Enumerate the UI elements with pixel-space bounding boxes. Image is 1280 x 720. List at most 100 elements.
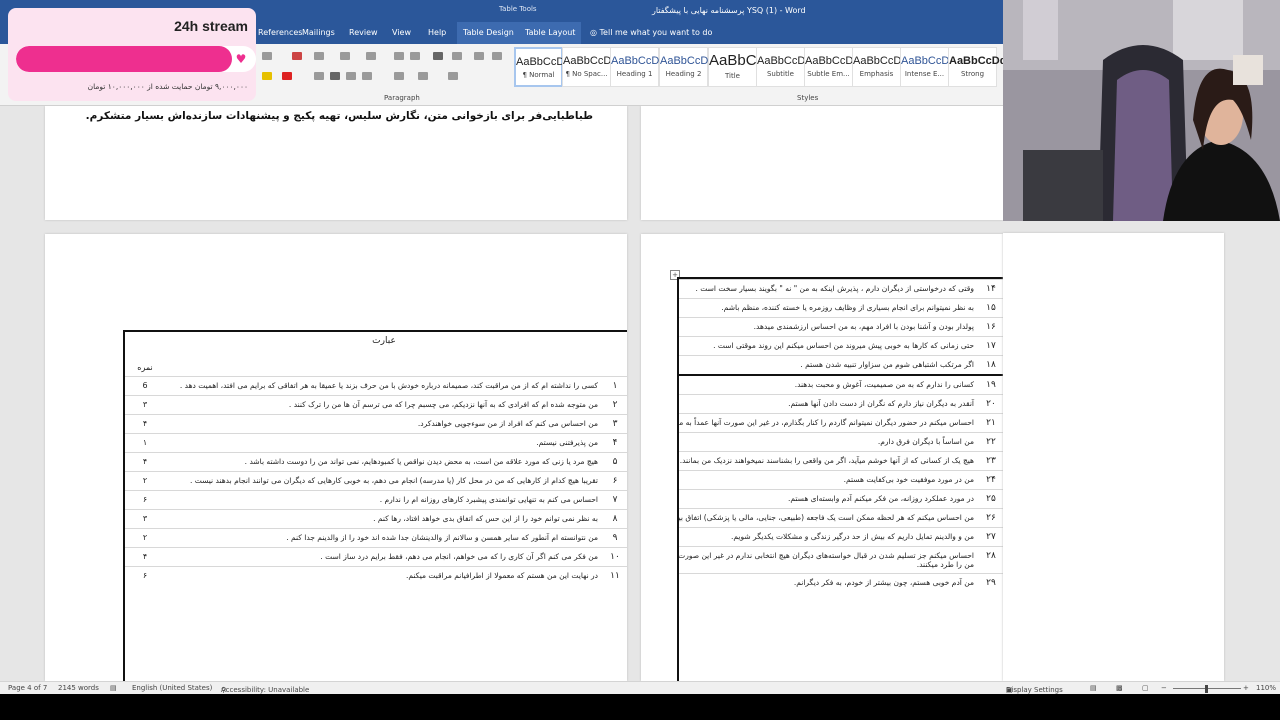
score-cell[interactable]: 6 xyxy=(125,375,165,395)
tell-me-search[interactable]: ◎ Tell me what you want to do xyxy=(590,28,712,37)
zoom-level[interactable]: 110% xyxy=(1256,684,1276,692)
table-row[interactable]: ۳ من احساس می کنم که افراد از من سوءجویی … xyxy=(125,413,627,433)
zoom-slider-thumb[interactable] xyxy=(1205,685,1208,693)
table-row[interactable]: ۱۰ من فکر می کنم اگر آن کاری را که می خوا… xyxy=(125,546,627,566)
table-row[interactable]: ۲۵ در مورد عملکرد روزانه، من فکر میکنم آد… xyxy=(679,489,1003,509)
question-text[interactable]: هیچ مرد یا زنی که مورد علاقه من است، به … xyxy=(165,451,603,471)
tab-references[interactable]: References xyxy=(258,28,302,37)
question-text[interactable]: من نتوانسته ام آنطور که سایر همسن و سالا… xyxy=(165,527,603,547)
table-row[interactable]: ۲۰ آنقدر به دیگران نیاز دارم که نگران از … xyxy=(679,394,1003,414)
multilevel-icon[interactable] xyxy=(366,52,376,60)
table-row[interactable]: ۱۷ حتی زمانی که کارها به خوبی پیش میروند … xyxy=(679,336,1003,356)
pilcrow-icon[interactable] xyxy=(492,52,502,60)
sort-icon[interactable] xyxy=(474,52,484,60)
question-text[interactable]: به نظر نمی توانم خود را از این حس که اتف… xyxy=(165,508,603,528)
table-row[interactable]: ۲۶ من احساس میکنم که هر لحظه ممکن است یک … xyxy=(679,508,1003,528)
zoom-in-button[interactable]: + xyxy=(1243,684,1249,692)
numbering-icon[interactable] xyxy=(340,52,350,60)
question-text[interactable]: من احساس می کنم که افراد از من سوءجویی خ… xyxy=(165,413,603,433)
table-row[interactable]: ۲۷ من و والدینم تمایل داریم که بیش از حد … xyxy=(679,527,1003,547)
table-row[interactable]: ۵ هیچ مرد یا زنی که مورد علاقه من است، به… xyxy=(125,451,627,471)
align-center-icon[interactable] xyxy=(330,72,340,80)
question-text[interactable]: من احساس میکنم که هر لحظه ممکن است یک فا… xyxy=(679,508,979,528)
question-text[interactable]: من اساساً با دیگران فرق دارم. xyxy=(679,432,979,452)
word-count[interactable]: 2145 words xyxy=(58,684,99,692)
document-area[interactable]: طباطبایی‌فر برای بازخوانی متن، نگارش سلی… xyxy=(0,106,1003,681)
align-right-icon[interactable] xyxy=(346,72,356,80)
question-text[interactable]: من آدم خوبی هستم، چون بیشتر از خودم، به … xyxy=(679,573,979,592)
decrease-indent-icon[interactable] xyxy=(394,52,404,60)
question-text[interactable]: من فکر می کنم اگر آن کاری را که می خواهم… xyxy=(165,546,603,566)
score-cell[interactable]: ۳ xyxy=(125,394,165,414)
page-count[interactable]: Page 4 of 7 xyxy=(8,684,47,692)
style-title[interactable]: AaBbCcD Title xyxy=(708,47,775,87)
tab-help[interactable]: Help xyxy=(428,28,446,37)
question-text[interactable]: من و والدینم تمایل داریم که بیش از حد در… xyxy=(679,527,979,547)
table-row[interactable]: ۲۸ احساس میکنم جز تسلیم شدن در قبال خواست… xyxy=(679,546,1003,574)
rtl-icon[interactable] xyxy=(433,52,443,60)
table-row[interactable]: ۲۴ من در مورد موفقیت خود بی‌کفایت هستم. xyxy=(679,470,1003,490)
zoom-out-button[interactable]: − xyxy=(1161,684,1167,692)
question-text[interactable]: کسانی را ندارم که به من صمیمیت، آغوش و م… xyxy=(679,374,979,395)
question-text[interactable]: من در مورد موفقیت خود بی‌کفایت هستم. xyxy=(679,470,979,490)
table-row[interactable]: ۹ من نتوانسته ام آنطور که سایر همسن و سال… xyxy=(125,527,627,547)
question-text[interactable]: احساس میکنم جز تسلیم شدن در قبال خواسته‌… xyxy=(679,546,979,574)
font-size-icon[interactable] xyxy=(262,52,272,60)
focus-mode-icon[interactable]: ▤ xyxy=(1090,684,1097,692)
table-row[interactable]: ۷ احساس می کنم به تنهایی توانمندی پیشبرد … xyxy=(125,489,627,509)
table-row[interactable]: ۲ من متوجه شده ام که افرادی که به آنها نز… xyxy=(125,394,627,414)
table-row[interactable]: ۴ من پذیرفتنی نیستم. ۱ xyxy=(125,432,627,452)
question-text[interactable]: تقریبا هیچ کدام از کارهایی که من در محل … xyxy=(165,470,603,490)
style-subtitle[interactable]: AaBbCcDdE Subtitle xyxy=(756,47,819,87)
table-row[interactable]: ۱۴ وقتی که درخواستی از دیگران دارم ، پذیر… xyxy=(679,279,1003,299)
style-subtle-emphasis[interactable]: AaBbCcDdE Subtle Em... xyxy=(804,47,867,87)
question-text[interactable]: اگر مرتکب اشتباهی شوم من سزاوار تنبیه شد… xyxy=(679,355,979,375)
score-cell[interactable]: ۳ xyxy=(125,508,165,528)
style-normal[interactable]: AaBbCcDdEe ¶ Normal xyxy=(514,47,584,87)
align-left-icon[interactable] xyxy=(314,72,324,80)
tab-view[interactable]: View xyxy=(392,28,411,37)
score-cell[interactable]: ۴ xyxy=(125,546,165,566)
question-text[interactable]: در نهایت این من هستم که معمولا از اطرافی… xyxy=(165,565,603,585)
table-row[interactable]: ۱۵ به نظر نمیتوانم برای انجام بسیاری از و… xyxy=(679,298,1003,318)
question-text[interactable]: به نظر نمیتوانم برای انجام بسیاری از وظا… xyxy=(679,298,979,318)
style-intense-emphasis[interactable]: AaBbCcDdE Intense E... xyxy=(900,47,963,87)
style-heading-1[interactable]: AaBbCcDdE Heading 1 xyxy=(610,47,673,87)
bullets-icon[interactable] xyxy=(314,52,324,60)
question-text[interactable]: من پذیرفتنی نیستم. xyxy=(165,432,603,452)
score-cell[interactable]: ۴ xyxy=(125,413,165,433)
question-text[interactable]: حتی زمانی که کارها به خوبی پیش میروند من… xyxy=(679,336,979,356)
table-row[interactable]: ۱۱ در نهایت این من هستم که معمولا از اطرا… xyxy=(125,565,627,585)
table-row[interactable]: ۲۹ من آدم خوبی هستم، چون بیشتر از خودم، ب… xyxy=(679,573,1003,592)
style-heading-2[interactable]: AaBbCcDdE Heading 2 xyxy=(659,47,722,87)
question-text[interactable]: هیچ یک از کسانی که از آنها خوشم میآید، ا… xyxy=(679,451,979,471)
proofing-icon[interactable]: ▤ xyxy=(110,684,117,692)
question-text[interactable]: احساس میکنم در حضور دیگران نمیتوانم گارد… xyxy=(679,413,979,433)
table-row[interactable]: ۱ کسی را نداشته ام که از من مراقبت کند، ص… xyxy=(125,375,627,395)
score-cell[interactable]: ۲ xyxy=(125,527,165,547)
ltr-icon[interactable] xyxy=(452,52,462,60)
score-cell[interactable]: ۶ xyxy=(125,565,165,585)
question-text[interactable]: کسی را نداشته ام که از من مراقبت کند، صم… xyxy=(165,375,603,395)
style-strong[interactable]: AaBbCcDdE Strong xyxy=(948,47,1003,87)
increase-indent-icon[interactable] xyxy=(410,52,420,60)
score-cell[interactable]: ۱ xyxy=(125,432,165,452)
table-row[interactable]: ۱۹ کسانی را ندارم که به من صمیمیت، آغوش و… xyxy=(679,374,1003,395)
tab-mailings[interactable]: Mailings xyxy=(302,28,335,37)
clear-format-icon[interactable] xyxy=(292,52,302,60)
shading-icon[interactable] xyxy=(418,72,428,80)
table-row[interactable]: ۲۱ احساس میکنم در حضور دیگران نمیتوانم گا… xyxy=(679,413,1003,433)
line-spacing-icon[interactable] xyxy=(394,72,404,80)
table-row[interactable]: ۱۶ پولدار بودن و آشنا بودن با افراد مهم، … xyxy=(679,317,1003,337)
print-layout-icon[interactable]: ▩ xyxy=(1116,684,1123,692)
table-row[interactable]: ۱۸ اگر مرتکب اشتباهی شوم من سزاوار تنبیه … xyxy=(679,355,1003,375)
table-row[interactable]: ۲۲ من اساساً با دیگران فرق دارم. xyxy=(679,432,1003,452)
web-layout-icon[interactable]: ▢ xyxy=(1142,684,1149,692)
tab-table-layout[interactable]: Table Layout xyxy=(519,22,582,44)
score-cell[interactable]: ۴ xyxy=(125,451,165,471)
language-indicator[interactable]: English (United States) xyxy=(132,684,212,692)
table-row[interactable]: ۲۳ هیچ یک از کسانی که از آنها خوشم میآید،… xyxy=(679,451,1003,471)
style-no-spacing[interactable]: AaBbCcDdEe ¶ No Spac... xyxy=(562,47,631,87)
question-text[interactable]: وقتی که درخواستی از دیگران دارم ، پذیرش … xyxy=(679,279,979,299)
font-color-icon[interactable] xyxy=(282,72,292,80)
